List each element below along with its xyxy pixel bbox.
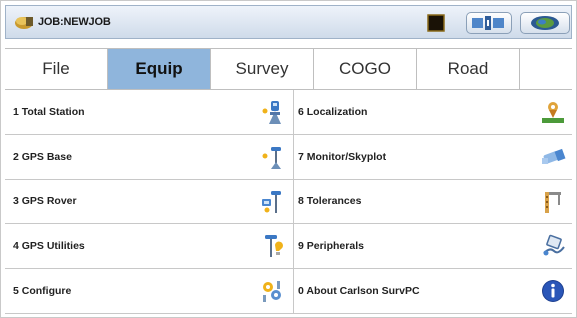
job-folder-icon <box>14 14 34 30</box>
configure-icon <box>259 278 285 304</box>
menu-item-localization[interactable]: 6 Localization <box>294 90 572 135</box>
stop-button[interactable] <box>427 14 445 32</box>
tab-equip[interactable]: Equip <box>108 49 211 89</box>
tab-road[interactable]: Road <box>417 49 520 89</box>
menu-item-label: 8 Tolerances <box>298 195 362 208</box>
gps-base-icon <box>259 144 285 170</box>
menu-item-label: 0 About Carlson SurvPC <box>298 285 420 298</box>
localization-icon <box>540 99 566 125</box>
peripherals-icon <box>540 233 566 259</box>
menu-item-about[interactable]: 0 About Carlson SurvPC <box>294 269 572 314</box>
monitor-skyplot-icon <box>540 144 566 170</box>
gps-status-button[interactable] <box>466 12 512 34</box>
tab-survey[interactable]: Survey <box>211 49 314 89</box>
job-title: JOB:NEWJOB <box>38 16 111 28</box>
menu-item-label: 6 Localization <box>298 105 368 118</box>
tolerances-icon <box>540 189 566 215</box>
equip-menu-grid: 1 Total Station 6 Localization 2 GPS Bas… <box>5 90 572 314</box>
menu-tabs: File Equip Survey COGO Road <box>5 48 572 90</box>
menu-item-label: 2 GPS Base <box>13 150 72 163</box>
menu-item-gps-utilities[interactable]: 4 GPS Utilities <box>5 224 294 270</box>
map-view-button[interactable] <box>520 12 570 34</box>
tab-spacer <box>520 49 572 89</box>
menu-item-gps-base[interactable]: 2 GPS Base <box>5 134 294 180</box>
menu-item-label: 7 Monitor/Skyplot <box>298 150 387 163</box>
menu-item-total-station[interactable]: 1 Total Station <box>5 90 294 135</box>
gps-rover-icon <box>259 189 285 215</box>
tab-cogo[interactable]: COGO <box>314 49 417 89</box>
globe-icon <box>531 16 559 30</box>
menu-item-label: 9 Peripherals <box>298 240 364 253</box>
menu-item-gps-rover[interactable]: 3 GPS Rover <box>5 179 294 225</box>
app-window: JOB:NEWJOB File Equip Survey COGO Road 1… <box>0 0 577 318</box>
menu-item-label: 4 GPS Utilities <box>13 240 85 253</box>
menu-item-monitor-skyplot[interactable]: 7 Monitor/Skyplot <box>294 135 572 180</box>
menu-item-label: 1 Total Station <box>13 105 85 118</box>
tab-file[interactable]: File <box>5 49 108 89</box>
menu-item-tolerances[interactable]: 8 Tolerances <box>294 180 572 225</box>
gps-utilities-icon <box>259 233 285 259</box>
menu-item-configure[interactable]: 5 Configure <box>5 269 294 314</box>
info-icon <box>540 278 566 304</box>
menu-item-label: 3 GPS Rover <box>13 195 77 208</box>
title-bar: JOB:NEWJOB <box>5 5 572 39</box>
menu-item-label: 5 Configure <box>13 285 72 298</box>
menu-item-peripherals[interactable]: 9 Peripherals <box>294 224 572 270</box>
gps-status-icon <box>472 16 504 30</box>
total-station-icon <box>259 99 285 125</box>
